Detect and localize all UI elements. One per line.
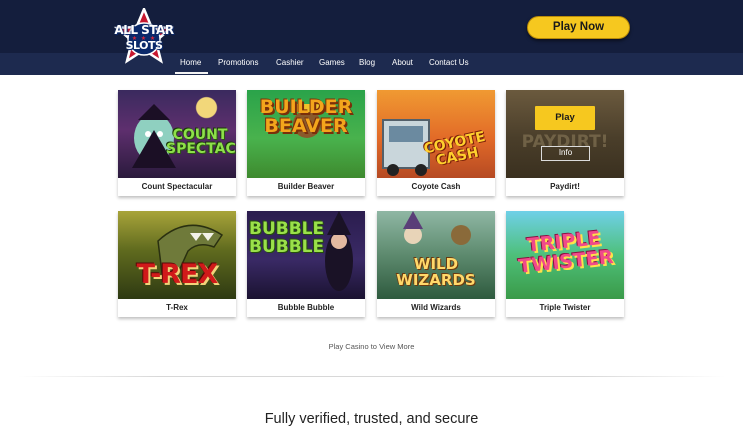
nav-item-blog[interactable]: Blog: [359, 58, 375, 67]
game-card-coyote-cash[interactable]: COYOTE CASH Coyote Cash: [377, 90, 495, 196]
game-thumbnail[interactable]: BUBBLE BUBBLE: [247, 211, 365, 299]
game-thumbnail[interactable]: COUNT SPECTACULAR: [118, 90, 236, 178]
game-name[interactable]: Triple Twister: [506, 299, 624, 317]
all-star-slots-logo[interactable]: ALL STAR ★ ★ ★ SLOTS: [113, 5, 175, 68]
game-card-count-spectacular[interactable]: COUNT SPECTACULAR Count Spectacular: [118, 90, 236, 196]
game-card-wild-wizards[interactable]: WILD WIZARDS Wild Wizards: [377, 211, 495, 317]
game-card-bubble-bubble[interactable]: BUBBLE BUBBLE Bubble Bubble: [247, 211, 365, 317]
section-divider: [18, 376, 725, 377]
game-name[interactable]: Builder Beaver: [247, 178, 365, 196]
game-art-title: BUBBLE BUBBLE: [249, 219, 325, 257]
game-art-title: WILD WIZARDS: [396, 255, 476, 289]
nav-item-cashier[interactable]: Cashier: [276, 58, 304, 67]
game-name[interactable]: T-Rex: [118, 299, 236, 317]
game-card-builder-beaver[interactable]: BUILDER BEAVER Builder Beaver: [247, 90, 365, 196]
nav-item-home[interactable]: Home: [180, 58, 201, 67]
game-name[interactable]: Count Spectacular: [118, 178, 236, 196]
game-thumbnail[interactable]: WILD WIZARDS: [377, 211, 495, 299]
game-info-button[interactable]: Info: [541, 146, 590, 161]
game-art-title: BUILDER BEAVER: [259, 96, 353, 137]
game-thumbnail[interactable]: TRIPLE TWISTER: [506, 211, 624, 299]
game-thumbnail[interactable]: PAYDIRT! Play Info: [506, 90, 624, 178]
game-art-title: COUNT SPECTACULAR: [166, 127, 236, 157]
play-now-button[interactable]: Play Now: [527, 16, 630, 39]
view-more-link[interactable]: Play Casino to View More: [0, 342, 743, 351]
site-header: [0, 0, 743, 53]
nav-active-indicator: [175, 72, 208, 74]
game-card-triple-twister[interactable]: TRIPLE TWISTER Triple Twister: [506, 211, 624, 317]
game-name[interactable]: Bubble Bubble: [247, 299, 365, 317]
nav-item-games[interactable]: Games: [319, 58, 345, 67]
game-play-button[interactable]: Play: [535, 106, 595, 130]
game-thumbnail[interactable]: COYOTE CASH: [377, 90, 495, 178]
secure-heading: Fully verified, trusted, and secure: [264, 411, 479, 426]
game-name[interactable]: Wild Wizards: [377, 299, 495, 317]
nav-item-promotions[interactable]: Promotions: [218, 58, 258, 67]
game-art-title: T-REX: [136, 259, 219, 290]
nav-item-contact-us[interactable]: Contact Us: [429, 58, 469, 67]
game-name[interactable]: Coyote Cash: [377, 178, 495, 196]
nav-item-about[interactable]: About: [392, 58, 413, 67]
game-thumbnail[interactable]: BUILDER BEAVER: [247, 90, 365, 178]
logo-text-line2: SLOTS: [125, 39, 163, 52]
game-art-title: TRIPLE TWISTER: [517, 227, 615, 278]
game-thumbnail[interactable]: T-REX: [118, 211, 236, 299]
game-card-t-rex[interactable]: T-REX T-Rex: [118, 211, 236, 317]
game-card-paydirt[interactable]: PAYDIRT! Play Info Paydirt!: [506, 90, 624, 196]
game-name[interactable]: Paydirt!: [506, 178, 624, 196]
